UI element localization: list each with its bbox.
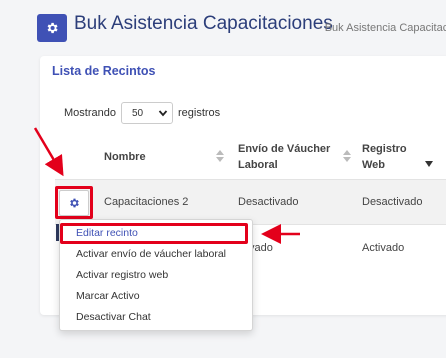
arrow-to-gear — [33, 127, 64, 177]
annotation-arrows — [33, 127, 300, 244]
